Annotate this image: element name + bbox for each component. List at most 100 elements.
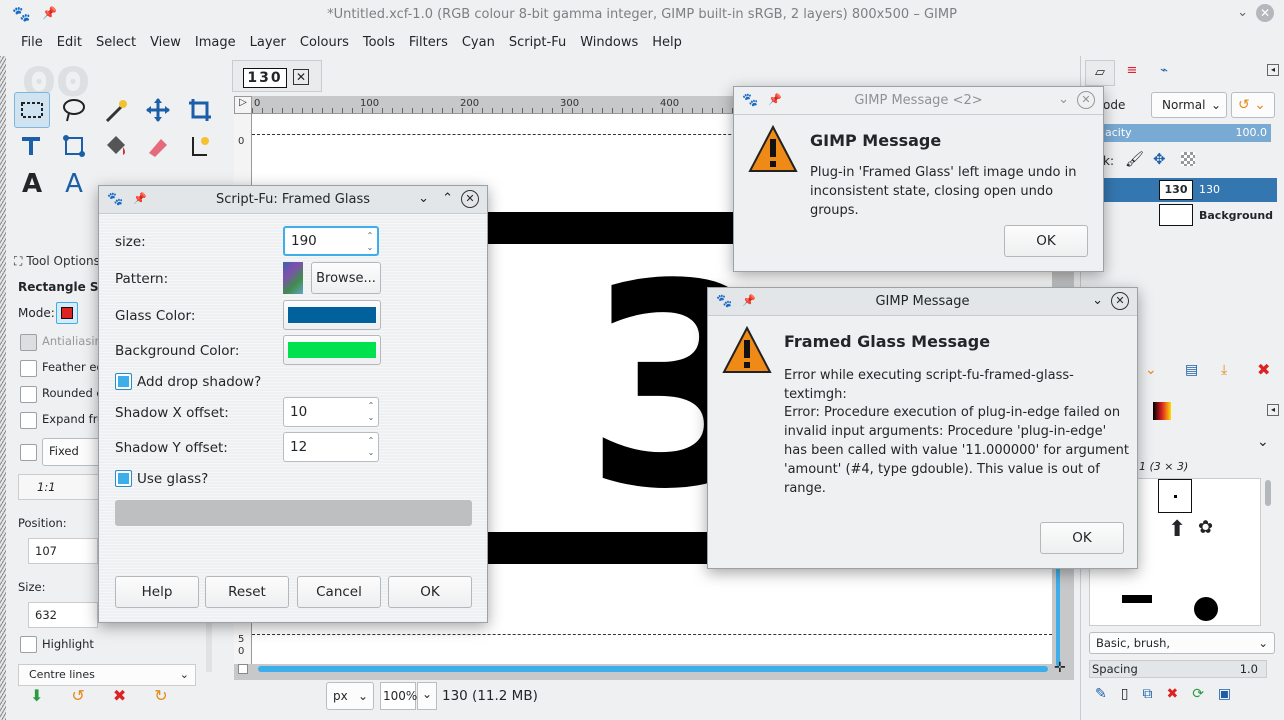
message-ok-button[interactable]: OK bbox=[1040, 522, 1124, 554]
restore-options-icon[interactable]: ↺ bbox=[71, 686, 84, 708]
dock2-menu-icon[interactable]: ◂ bbox=[1267, 404, 1279, 416]
help-button[interactable]: Help bbox=[115, 576, 199, 608]
paths-tab-icon[interactable]: ⌁ bbox=[1149, 60, 1179, 86]
delete-brush-icon[interactable]: ✖ bbox=[1166, 686, 1178, 706]
bucket-fill-tool-icon[interactable] bbox=[98, 128, 134, 164]
browse-button[interactable]: Browse... bbox=[311, 262, 381, 294]
brush-leaf-icon[interactable]: ✿ bbox=[1198, 517, 1213, 538]
zoom-field[interactable]: 100% bbox=[380, 682, 417, 710]
duplicate-brush-icon[interactable]: ⧉ bbox=[1142, 686, 1152, 706]
maximize-icon[interactable]: ⌃ bbox=[442, 191, 453, 206]
fixed-checkbox[interactable] bbox=[20, 444, 37, 461]
antialiasing-checkbox[interactable] bbox=[20, 334, 37, 351]
layer-row-background[interactable]: Background bbox=[1099, 204, 1277, 228]
ratio-field[interactable]: 1:1 bbox=[18, 474, 108, 500]
brush-round[interactable] bbox=[1194, 597, 1218, 621]
menu-file[interactable]: File bbox=[14, 35, 50, 50]
save-options-icon[interactable]: ⬇ bbox=[30, 686, 43, 708]
lock-pixels-icon[interactable]: 🖌 bbox=[1125, 150, 1144, 168]
feather-checkbox[interactable] bbox=[20, 360, 37, 377]
menu-image[interactable]: Image bbox=[188, 35, 243, 50]
text-align-tool-icon[interactable] bbox=[14, 128, 50, 164]
brush-block[interactable] bbox=[1122, 595, 1152, 603]
brush-view-chevron-icon[interactable]: ⌄ bbox=[1257, 434, 1269, 450]
menu-colours[interactable]: Colours bbox=[293, 35, 356, 50]
expand-checkbox[interactable] bbox=[20, 412, 37, 429]
brush-preset-dropdown[interactable]: Basic, brush, ⌄ bbox=[1089, 632, 1275, 654]
shadow-x-spinner[interactable]: 10 ⌃ ⌄ bbox=[283, 397, 379, 427]
text-tool-icon[interactable]: A bbox=[14, 166, 50, 202]
spacing-slider[interactable]: Spacing 1.0 bbox=[1089, 660, 1267, 678]
pin-icon[interactable]: 📌 bbox=[742, 294, 756, 307]
reset-options-icon[interactable]: ↻ bbox=[154, 686, 167, 708]
brush-scrollbar[interactable] bbox=[1265, 480, 1271, 506]
new-brush-icon[interactable]: ▯ bbox=[1121, 686, 1129, 706]
highlight-checkbox[interactable] bbox=[20, 636, 37, 653]
zoom-dropdown-icon[interactable]: ⌄ bbox=[417, 682, 437, 710]
bg-color-button[interactable] bbox=[283, 335, 381, 365]
brush-selected[interactable] bbox=[1158, 479, 1192, 513]
drop-shadow-checkbox[interactable] bbox=[115, 373, 132, 390]
position-field[interactable]: 107 bbox=[28, 538, 98, 564]
menu-view[interactable]: View bbox=[143, 35, 188, 50]
unit-dropdown[interactable]: px ⌄ bbox=[326, 682, 374, 710]
size-spinner[interactable]: 190 ⌃ ⌄ bbox=[283, 226, 379, 256]
close-dialog-icon[interactable]: ✕ bbox=[1077, 91, 1095, 109]
lock-alpha-icon[interactable] bbox=[1181, 152, 1195, 166]
quick-mask-toggle-icon[interactable]: ▷ bbox=[234, 96, 252, 114]
minimize-icon[interactable]: ⌄ bbox=[1092, 293, 1103, 308]
brush-arrow-icon[interactable]: ⬆ bbox=[1168, 517, 1186, 542]
lasso-tool-icon[interactable] bbox=[56, 92, 92, 128]
clone-tool-icon[interactable] bbox=[182, 128, 218, 164]
transform-tool-icon[interactable] bbox=[56, 128, 92, 164]
vertical-scrollbar[interactable] bbox=[1056, 566, 1060, 666]
minimize-icon[interactable]: ⌄ bbox=[1237, 5, 1248, 20]
fuzzy-select-tool-icon[interactable] bbox=[98, 92, 134, 128]
refresh-brushes-icon[interactable]: ⟳ bbox=[1192, 686, 1204, 706]
close-window-icon[interactable]: ✕ bbox=[1256, 4, 1274, 22]
pin-icon[interactable]: 📌 bbox=[768, 93, 782, 106]
tool-options-tab[interactable]: ⛶ Tool Options bbox=[14, 254, 100, 269]
message2-ok-button[interactable]: OK bbox=[1004, 225, 1088, 257]
use-glass-checkbox[interactable] bbox=[115, 470, 132, 487]
menu-tools[interactable]: Tools bbox=[356, 35, 402, 50]
cancel-button[interactable]: Cancel bbox=[297, 576, 381, 608]
lock-position-icon[interactable]: ✥ bbox=[1153, 150, 1166, 168]
move-tool-icon[interactable] bbox=[140, 92, 176, 128]
menu-filters[interactable]: Filters bbox=[402, 35, 455, 50]
menu-layer[interactable]: Layer bbox=[243, 35, 293, 50]
layer-mode-dropdown[interactable]: Normal ⌄ bbox=[1151, 92, 1227, 118]
spin-arrows-icon[interactable]: ⌃ ⌄ bbox=[365, 230, 375, 254]
layers-tab-icon[interactable]: ▱ bbox=[1085, 60, 1115, 86]
anchor-layer-icon[interactable]: ⌄ bbox=[1145, 362, 1157, 378]
spin-arrows-icon[interactable]: ⌃ ⌄ bbox=[366, 400, 376, 424]
menu-windows[interactable]: Windows bbox=[573, 35, 645, 50]
pattern-preview[interactable] bbox=[283, 262, 303, 294]
ok-button[interactable]: OK bbox=[388, 576, 472, 608]
mode-switch-icon[interactable]: ↺ ⌄ bbox=[1231, 92, 1275, 118]
delete-layer-icon[interactable]: ✖ bbox=[1257, 360, 1270, 379]
reset-button[interactable]: Reset bbox=[205, 576, 289, 608]
zoom-fit-icon[interactable] bbox=[238, 664, 248, 674]
eraser-tool-icon[interactable] bbox=[140, 128, 176, 164]
crop-tool-icon[interactable] bbox=[182, 92, 218, 128]
menu-cyan[interactable]: Cyan bbox=[455, 35, 502, 50]
opacity-slider[interactable]: acity 100.0 bbox=[1101, 124, 1271, 142]
pin-icon[interactable]: 📌 bbox=[42, 6, 57, 20]
pin-icon[interactable]: 📌 bbox=[133, 192, 147, 205]
mode-replace-icon[interactable] bbox=[56, 302, 78, 324]
menu-script-fu[interactable]: Script-Fu bbox=[502, 35, 573, 50]
guides-dropdown[interactable]: Centre lines ⌄ bbox=[18, 664, 196, 686]
horizontal-scrollbar[interactable] bbox=[258, 666, 1048, 672]
rounded-checkbox[interactable] bbox=[20, 386, 37, 403]
rect-select-tool-icon[interactable] bbox=[14, 92, 50, 128]
menu-select[interactable]: Select bbox=[89, 35, 143, 50]
mask-layer-icon[interactable]: ▤ bbox=[1185, 362, 1198, 378]
gradients-tab-icon[interactable] bbox=[1153, 402, 1171, 420]
close-dialog-icon[interactable]: ✕ bbox=[1111, 292, 1129, 310]
image-tab[interactable]: 130 ✕ bbox=[232, 60, 322, 92]
navigate-icon[interactable]: ✛ bbox=[1054, 660, 1066, 676]
close-dialog-icon[interactable]: ✕ bbox=[461, 190, 479, 208]
minimize-icon[interactable]: ⌄ bbox=[1058, 92, 1069, 107]
size-field[interactable]: 632 bbox=[28, 602, 98, 628]
